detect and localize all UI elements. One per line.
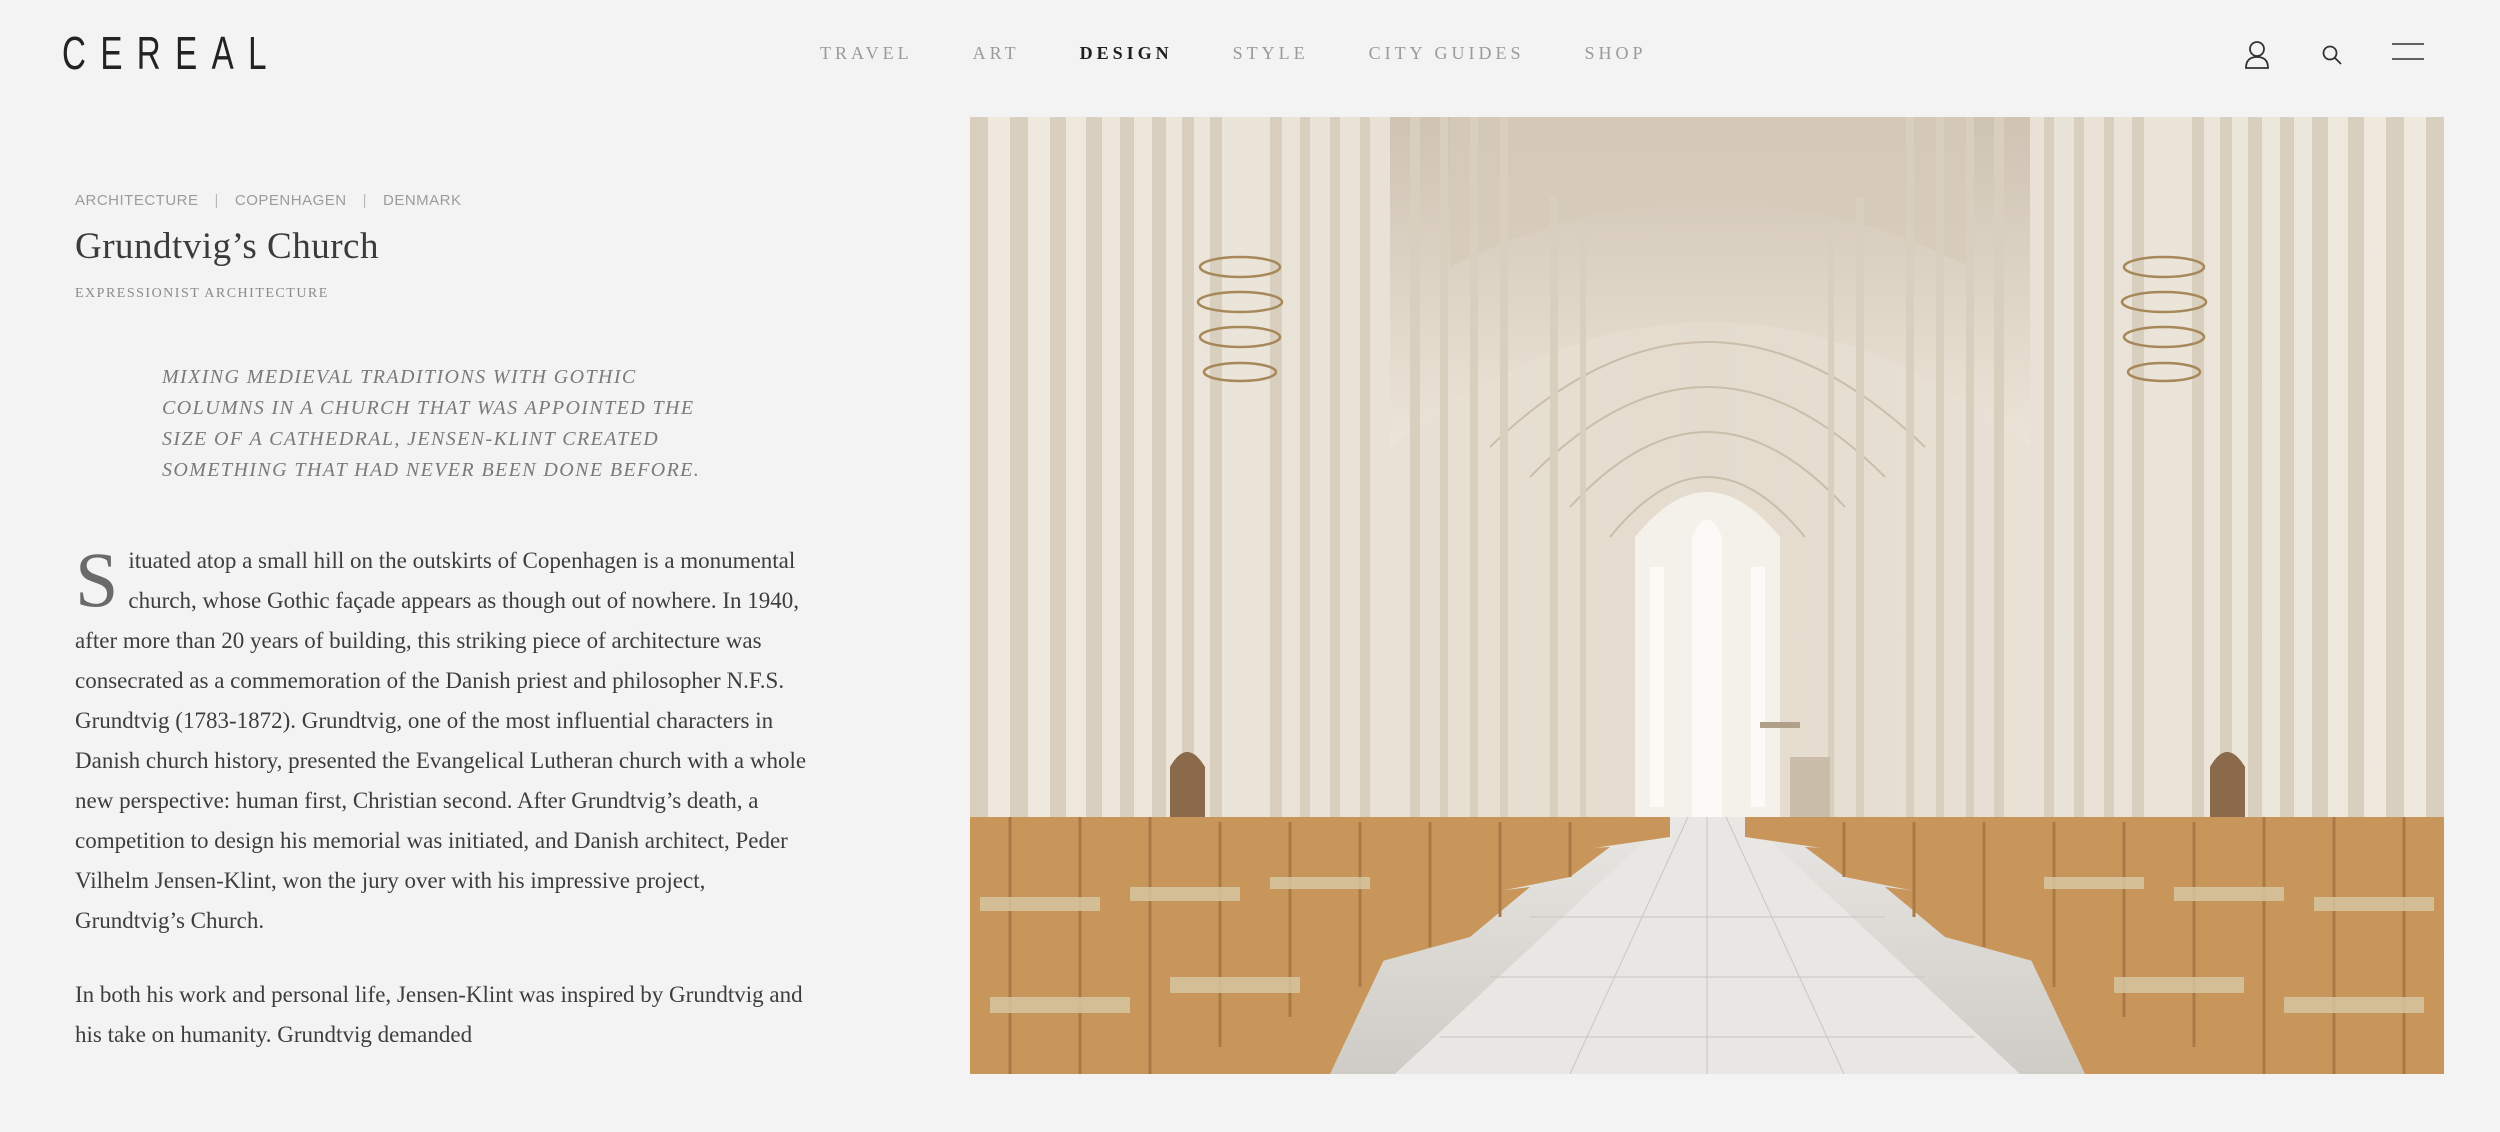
site-header: CEREAL TRAVEL ART DESIGN STYLE CITY GUID…: [0, 0, 2500, 110]
page-title: Grundtvig’s Church: [75, 226, 379, 267]
breadcrumb: ARCHITECTURE | COPENHAGEN | DENMARK: [75, 192, 815, 209]
breadcrumb-copenhagen[interactable]: COPENHAGEN: [235, 192, 347, 209]
main-nav: TRAVEL ART DESIGN STYLE CITY GUIDES SHOP: [820, 43, 1706, 64]
nav-item-style[interactable]: STYLE: [1233, 43, 1309, 64]
article-paragraph: Situated atop a small hill on the outski…: [75, 541, 810, 941]
user-icon[interactable]: [2244, 40, 2270, 70]
nav-item-travel[interactable]: TRAVEL: [820, 43, 913, 64]
breadcrumb-denmark[interactable]: DENMARK: [383, 192, 462, 209]
article: ARCHITECTURE | COPENHAGEN | DENMARK Grun…: [75, 192, 815, 1089]
search-icon[interactable]: [2321, 44, 2343, 66]
menu-icon[interactable]: [2392, 42, 2424, 62]
nav-item-city-guides[interactable]: CITY GUIDES: [1369, 43, 1525, 64]
paragraph-text: ituated atop a small hill on the outskir…: [75, 548, 807, 933]
hero-image: [970, 117, 2444, 1074]
breadcrumb-separator: |: [362, 192, 368, 209]
drop-cap: S: [75, 536, 119, 623]
church-interior-photo: [970, 117, 2444, 1074]
article-subtitle: EXPRESSIONIST ARCHITECTURE: [75, 286, 329, 301]
nav-item-design[interactable]: DESIGN: [1080, 43, 1173, 64]
site-logo[interactable]: CEREAL: [62, 26, 281, 80]
breadcrumb-separator: |: [214, 192, 219, 209]
header-icons: [2200, 38, 2500, 78]
breadcrumb-architecture[interactable]: ARCHITECTURE: [75, 192, 199, 209]
nav-item-art[interactable]: ART: [973, 43, 1020, 64]
pull-quote: MIXING MEDIEVAL TRADITIONS WITH GOTHIC C…: [162, 366, 701, 481]
article-paragraph: In both his work and personal life, Jens…: [75, 982, 803, 1047]
article-body: Situated atop a small hill on the outski…: [75, 541, 810, 1055]
nav-item-shop[interactable]: SHOP: [1584, 43, 1646, 64]
